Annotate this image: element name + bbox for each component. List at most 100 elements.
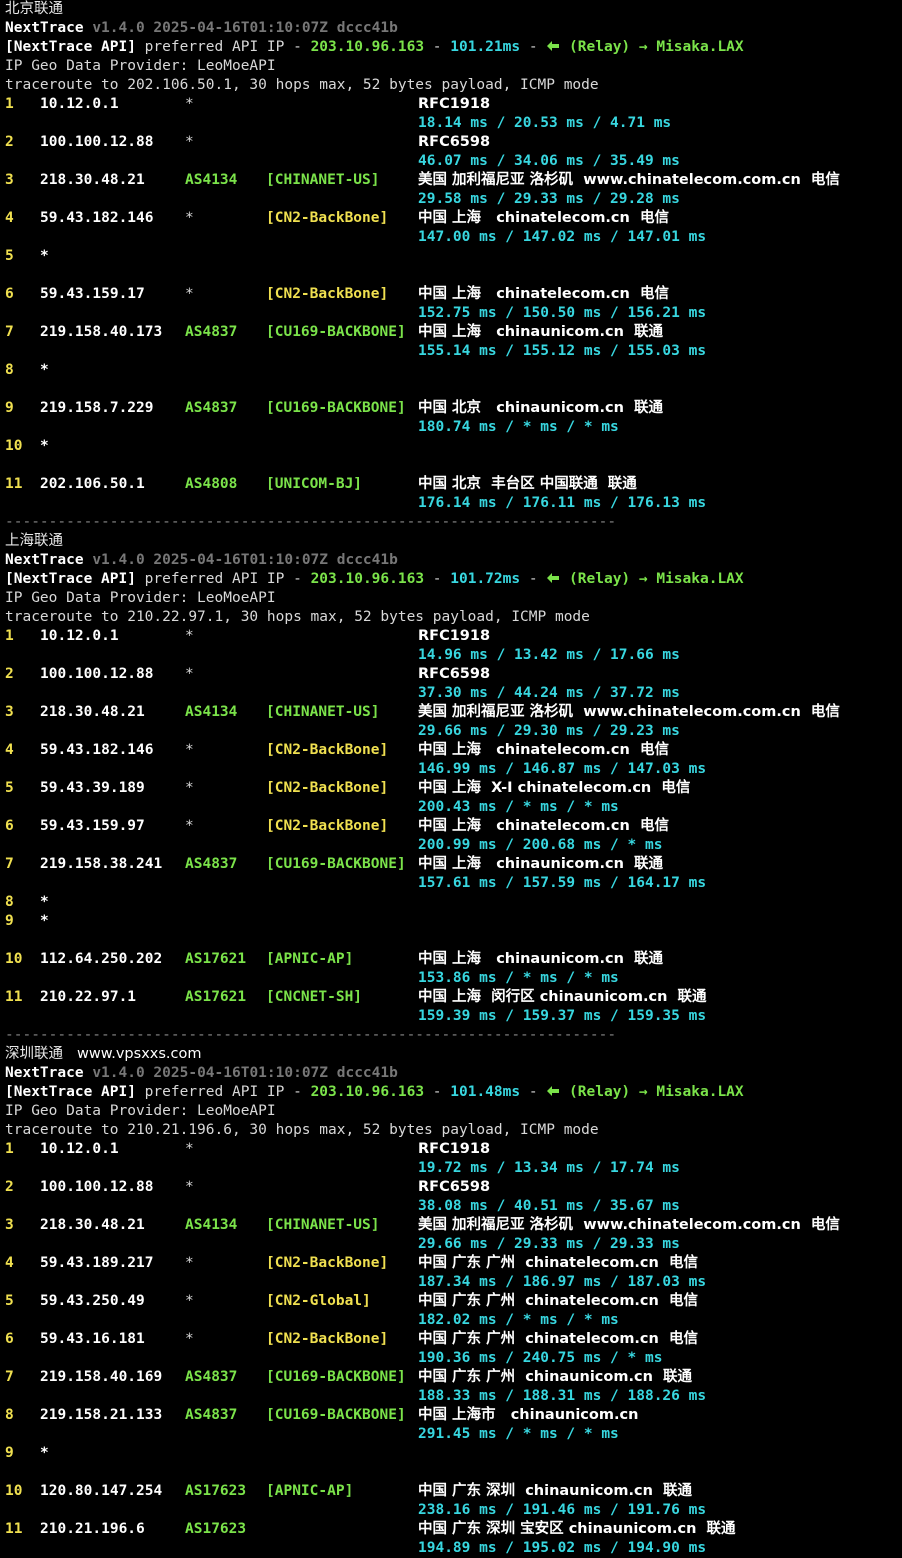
hop-ip: * — [40, 894, 49, 910]
hop-asn: AS4837 — [185, 1369, 238, 1385]
hop-row: 5 * — [5, 247, 902, 266]
hop-rtt: 18.14 ms / 20.53 ms / 4.71 ms — [418, 115, 672, 131]
hop-rtt-row: 200.99 ms / 200.68 ms / * ms — [5, 836, 902, 855]
hop-number: 4 — [5, 1255, 14, 1271]
hop-geo: RFC6598 — [418, 666, 491, 682]
hop-asn: AS17621 — [185, 951, 247, 967]
hop-asn: AS4837 — [185, 324, 238, 340]
hop-tag: [UNICOM-BJ] — [266, 476, 363, 492]
separator-line: ----------------------------------------… — [5, 1026, 902, 1045]
hop-rtt-row: 147.00 ms / 147.02 ms / 147.01 ms — [5, 228, 902, 247]
section-title: 深圳联通 — [5, 1046, 63, 1062]
hop-ip: * — [40, 248, 49, 264]
hop-ip: 120.80.147.254 — [40, 1483, 163, 1499]
hop-geo: 美国 加利福尼亚 洛杉矶 www.chinatelecom.com.cn 电信 — [418, 1217, 840, 1233]
hop-rtt: 155.14 ms / 155.12 ms / 155.03 ms — [418, 343, 707, 359]
api-line: [NextTrace API] preferred API IP - 203.1… — [5, 1083, 902, 1102]
api-latency: 101.72ms — [450, 571, 521, 587]
hop-geo: 中国 上海 chinatelecom.cn 电信 — [418, 742, 669, 758]
hop-ip: 59.43.182.146 — [40, 210, 154, 226]
hop-ip: 100.100.12.88 — [40, 666, 154, 682]
hop-geo: 中国 广东 广州 chinaunicom.cn 联通 — [418, 1369, 692, 1385]
api-tag: [NextTrace API] — [5, 39, 136, 55]
hop-rtt-row: 182.02 ms / * ms / * ms — [5, 1311, 902, 1330]
hop-tag: [CHINANET-US] — [266, 172, 380, 188]
hop-row: 2 100.100.12.88 * RFC6598 — [5, 133, 902, 152]
relay-icon — [547, 1086, 560, 1096]
hop-number: 10 — [5, 951, 23, 967]
hop-rtt: 188.33 ms / 188.31 ms / 188.26 ms — [418, 1388, 707, 1404]
hop-row: 5 59.43.250.49 * [CN2-Global] 中国 广东 广州 china… — [5, 1292, 902, 1311]
relay-icon — [547, 41, 560, 51]
hop-tag: [APNIC-AP] — [266, 951, 354, 967]
hop-ip: * — [40, 362, 49, 378]
hop-asn: * — [185, 780, 194, 796]
hop-tag: [CN2-BackBone] — [266, 818, 389, 834]
api-line: [NextTrace API] preferred API IP - 203.1… — [5, 570, 902, 589]
hop-ip: 59.43.189.217 — [40, 1255, 154, 1271]
hop-number: 3 — [5, 704, 14, 720]
hop-rtt: 38.08 ms / 40.51 ms / 35.67 ms — [418, 1198, 680, 1214]
api-text: preferred API IP - — [135, 571, 311, 587]
hop-number: 3 — [5, 1217, 14, 1233]
hop-geo: 中国 广东 深圳 宝安区 chinaunicom.cn 联通 — [418, 1521, 736, 1537]
hop-gap-row — [5, 380, 902, 399]
hop-asn: * — [185, 96, 194, 112]
hop-ip: 100.100.12.88 — [40, 1179, 154, 1195]
relay-icon — [547, 573, 560, 583]
geo-provider-line: IP Geo Data Provider: LeoMoeAPI — [5, 1102, 902, 1121]
hop-rtt: 157.61 ms / 157.59 ms / 164.17 ms — [418, 875, 707, 891]
hop-ip: 218.30.48.21 — [40, 1217, 145, 1233]
hop-geo: 中国 广东 广州 chinatelecom.cn 电信 — [418, 1255, 698, 1271]
hop-row: 2 100.100.12.88 * RFC6598 — [5, 665, 902, 684]
hop-rtt: 182.02 ms / * ms / * ms — [418, 1312, 619, 1328]
hop-asn: AS4134 — [185, 172, 238, 188]
hop-number: 11 — [5, 989, 23, 1005]
section-title: 北京联通 — [5, 1, 63, 17]
hop-number: 8 — [5, 1407, 14, 1423]
hop-geo: 中国 上海 chinaunicom.cn 联通 — [418, 324, 663, 340]
hop-geo: 中国 广东 深圳 chinaunicom.cn 联通 — [418, 1483, 692, 1499]
api-ip: 203.10.96.163 — [310, 39, 425, 55]
api-latency: 101.48ms — [450, 1084, 521, 1100]
separator: ----------------------------------------… — [5, 1027, 617, 1043]
terminal-output[interactable]: 北京联通 NextTrace v1.4.0 2025-04-16T01:10:07… — [0, 0, 902, 1558]
hop-ip: 59.43.182.146 — [40, 742, 154, 758]
hop-geo: 中国 上海 chinatelecom.cn 电信 — [418, 210, 669, 226]
hop-number: 4 — [5, 210, 14, 226]
hop-tag: [CN2-Global] — [266, 1293, 371, 1309]
trace-command: traceroute to 202.106.50.1, 30 hops max,… — [5, 77, 599, 93]
hop-number: 2 — [5, 134, 14, 150]
hop-row: 10 * — [5, 437, 902, 456]
api-dash: - — [520, 39, 547, 55]
hop-geo: RFC6598 — [418, 1179, 491, 1195]
hop-gap-row — [5, 456, 902, 475]
hop-asn: * — [185, 818, 194, 834]
api-tag: [NextTrace API] — [5, 571, 136, 587]
hop-number: 8 — [5, 894, 14, 910]
hop-number: 7 — [5, 324, 14, 340]
hop-number: 1 — [5, 1141, 14, 1157]
hop-rtt-row: 153.86 ms / * ms / * ms — [5, 969, 902, 988]
hop-rtt: 153.86 ms / * ms / * ms — [418, 970, 619, 986]
hop-row: 1 10.12.0.1 * RFC1918 — [5, 627, 902, 646]
hop-row: 11 210.22.97.1 AS17621 [CNCNET-SH] 中国 上海 闵行区… — [5, 988, 902, 1007]
hop-ip: 100.100.12.88 — [40, 134, 154, 150]
hop-rtt: 159.39 ms / 159.37 ms / 159.35 ms — [418, 1008, 707, 1024]
hop-row: 3 218.30.48.21 AS4134 [CHINANET-US] 美国 加利福尼亚… — [5, 1216, 902, 1235]
hop-number: 5 — [5, 780, 14, 796]
hop-number: 5 — [5, 1293, 14, 1309]
hop-ip: 219.158.40.173 — [40, 324, 163, 340]
hop-ip: 59.43.39.189 — [40, 780, 145, 796]
hop-rtt: 29.66 ms / 29.33 ms / 29.33 ms — [418, 1236, 680, 1252]
hop-number: 2 — [5, 666, 14, 682]
geo-provider: IP Geo Data Provider: LeoMoeAPI — [5, 590, 276, 606]
hop-tag: [CNCNET-SH] — [266, 989, 363, 1005]
app-name: NextTrace — [5, 552, 84, 568]
hop-geo: RFC1918 — [418, 628, 491, 644]
hop-rtt-row: 14.96 ms / 13.42 ms / 17.66 ms — [5, 646, 902, 665]
hop-rtt: 291.45 ms / * ms / * ms — [418, 1426, 619, 1442]
hop-geo: 中国 上海 闵行区 chinaunicom.cn 联通 — [418, 989, 707, 1005]
relay-text: (Relay) → Misaka.LAX — [569, 1084, 744, 1100]
hop-rtt-row: 152.75 ms / 150.50 ms / 156.21 ms — [5, 304, 902, 323]
